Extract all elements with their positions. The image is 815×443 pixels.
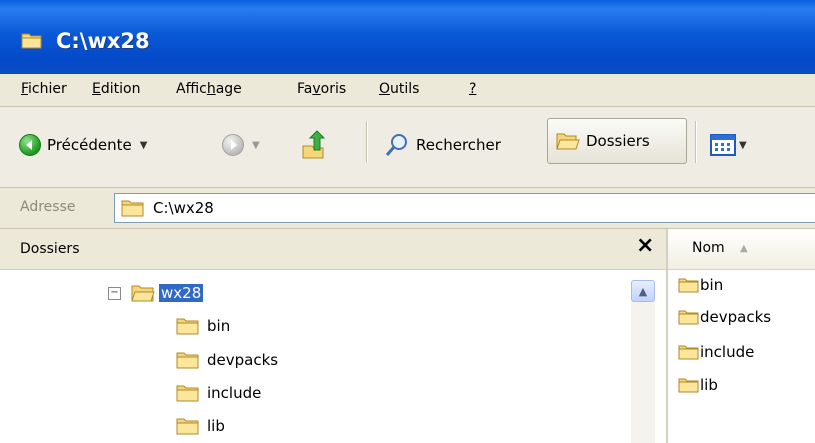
address-label: Adresse bbox=[20, 199, 76, 215]
menu-favoris[interactable]: Favoris bbox=[297, 81, 346, 97]
search-button[interactable]: Rechercher bbox=[384, 127, 501, 163]
folder-icon bbox=[176, 352, 199, 369]
tree-item-lib[interactable]: lib bbox=[176, 416, 225, 436]
folders-pane-header: Dossiers × bbox=[0, 229, 666, 270]
list-item[interactable]: bin bbox=[678, 276, 723, 294]
menu-bar: Fichier Edition Affichage Favoris Outils… bbox=[0, 74, 815, 107]
title-bar: C:\wx28 bbox=[0, 0, 815, 74]
folder-window-icon bbox=[21, 33, 42, 49]
list-item[interactable]: lib bbox=[678, 376, 718, 394]
tree-item-devpacks[interactable]: devpacks bbox=[176, 350, 278, 370]
menu-edition[interactable]: Edition bbox=[92, 81, 140, 97]
address-bar: Adresse C:\wx28 bbox=[0, 188, 815, 229]
column-header-name[interactable]: Nom ▲ bbox=[668, 229, 815, 271]
tree-item-label: include bbox=[207, 384, 262, 402]
back-button[interactable]: Précédente ▼ bbox=[19, 127, 147, 163]
folder-tree bbox=[0, 270, 666, 443]
window-title: C:\wx28 bbox=[56, 29, 150, 53]
search-icon bbox=[385, 134, 407, 156]
list-item-label: include bbox=[700, 343, 755, 361]
folders-pane-title: Dossiers bbox=[20, 241, 80, 257]
list-item[interactable]: devpacks bbox=[678, 308, 771, 326]
tree-item-wx28[interactable]: − wx28 bbox=[108, 283, 204, 303]
menu-help[interactable]: ? bbox=[469, 81, 476, 97]
toolbar-separator bbox=[695, 121, 696, 163]
forward-arrow-icon bbox=[222, 134, 244, 156]
folder-icon bbox=[678, 278, 699, 293]
forward-dropdown-icon[interactable]: ▼ bbox=[252, 140, 260, 151]
search-label: Rechercher bbox=[416, 136, 501, 154]
folder-icon bbox=[176, 385, 199, 402]
list-item-label: devpacks bbox=[700, 308, 772, 326]
folder-icon bbox=[678, 345, 699, 360]
tree-item-label: wx28 bbox=[159, 284, 204, 302]
menu-affichage[interactable]: Affichage bbox=[176, 81, 242, 97]
toolbar-separator bbox=[366, 121, 367, 163]
list-item[interactable]: include bbox=[678, 343, 754, 361]
up-folder-button[interactable] bbox=[300, 127, 326, 163]
folder-up-icon bbox=[302, 130, 326, 159]
folders-button[interactable]: Dossiers bbox=[547, 118, 687, 164]
views-dropdown-icon[interactable]: ▼ bbox=[739, 140, 747, 151]
collapse-icon[interactable]: − bbox=[108, 286, 121, 300]
vertical-scrollbar[interactable] bbox=[631, 300, 655, 443]
scroll-up-arrow-icon[interactable]: ▲ bbox=[631, 280, 655, 302]
folder-icon bbox=[176, 318, 199, 335]
tree-item-bin[interactable]: bin bbox=[176, 316, 230, 336]
column-header-label: Nom bbox=[692, 240, 725, 256]
folder-icon bbox=[176, 418, 199, 435]
forward-button[interactable]: ▼ bbox=[222, 127, 260, 163]
folder-open-icon bbox=[131, 285, 155, 302]
folders-label: Dossiers bbox=[586, 132, 650, 150]
sort-ascending-icon: ▲ bbox=[740, 243, 748, 254]
back-arrow-icon bbox=[19, 134, 41, 156]
menu-fichier[interactable]: Fichier bbox=[21, 81, 67, 97]
list-item-label: lib bbox=[700, 376, 718, 394]
tree-item-label: lib bbox=[207, 417, 225, 435]
folder-icon bbox=[121, 200, 144, 217]
folder-icon bbox=[678, 378, 699, 393]
views-icon bbox=[710, 134, 736, 156]
tree-item-include[interactable]: include bbox=[176, 383, 261, 403]
tree-item-label: bin bbox=[207, 317, 231, 335]
close-icon[interactable]: × bbox=[636, 233, 654, 258]
toolbar: Précédente ▼ ▼ Rechercher Dossiers ▼ bbox=[0, 107, 815, 188]
tree-item-label: devpacks bbox=[207, 351, 279, 369]
menu-outils[interactable]: Outils bbox=[379, 81, 419, 97]
address-input[interactable]: C:\wx28 bbox=[114, 193, 815, 223]
back-dropdown-icon[interactable]: ▼ bbox=[140, 140, 148, 151]
folder-icon bbox=[678, 310, 699, 325]
list-item-label: bin bbox=[700, 276, 724, 294]
address-value: C:\wx28 bbox=[153, 199, 214, 217]
back-label: Précédente bbox=[47, 136, 132, 154]
views-button[interactable]: ▼ bbox=[710, 127, 747, 163]
folder-open-icon bbox=[556, 133, 580, 150]
